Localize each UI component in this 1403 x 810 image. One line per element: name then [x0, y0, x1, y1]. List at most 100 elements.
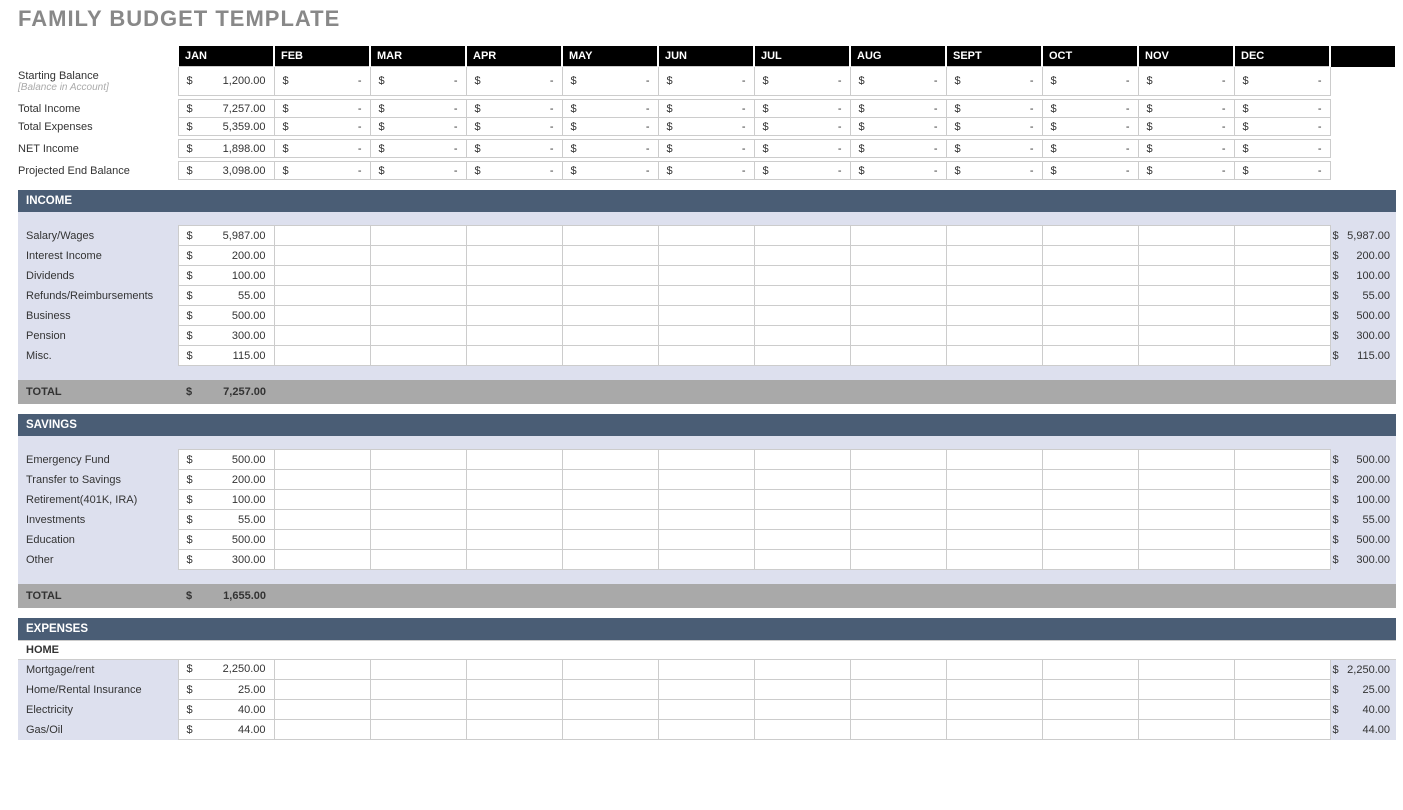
month-cell[interactable]	[850, 226, 946, 246]
money-cell[interactable]: $3,098.00	[178, 162, 274, 180]
month-cell[interactable]	[658, 550, 754, 570]
money-cell[interactable]: $-	[1234, 162, 1330, 180]
month-cell[interactable]	[850, 346, 946, 366]
month-cell[interactable]	[466, 450, 562, 470]
month-cell[interactable]	[1234, 326, 1330, 346]
month-cell[interactable]	[370, 530, 466, 550]
money-cell[interactable]: $-	[850, 118, 946, 136]
month-cell[interactable]	[1234, 306, 1330, 326]
month-cell[interactable]	[946, 510, 1042, 530]
month-cell[interactable]	[850, 530, 946, 550]
month-cell[interactable]	[754, 659, 850, 680]
month-cell[interactable]	[1042, 510, 1138, 530]
month-cell[interactable]	[562, 450, 658, 470]
month-cell[interactable]	[754, 226, 850, 246]
money-cell[interactable]: $-	[274, 140, 370, 158]
money-cell[interactable]: $-	[466, 118, 562, 136]
money-cell[interactable]: $-	[1042, 162, 1138, 180]
month-cell[interactable]	[658, 246, 754, 266]
month-cell[interactable]	[850, 306, 946, 326]
money-cell[interactable]: $-	[946, 162, 1042, 180]
month-cell[interactable]	[1138, 346, 1234, 366]
month-cell[interactable]	[466, 246, 562, 266]
month-cell[interactable]	[274, 226, 370, 246]
month-cell[interactable]	[1138, 326, 1234, 346]
month-cell[interactable]	[850, 450, 946, 470]
money-cell[interactable]: $-	[1042, 140, 1138, 158]
month-cell[interactable]	[562, 680, 658, 700]
money-cell[interactable]: $-	[1042, 118, 1138, 136]
month-cell[interactable]	[1042, 306, 1138, 326]
month-cell[interactable]	[370, 346, 466, 366]
money-cell[interactable]: $-	[562, 118, 658, 136]
month-cell[interactable]	[1042, 450, 1138, 470]
month-cell[interactable]	[562, 490, 658, 510]
month-cell[interactable]	[466, 326, 562, 346]
month-cell[interactable]	[850, 680, 946, 700]
month-cell[interactable]	[1042, 550, 1138, 570]
month-cell[interactable]	[850, 550, 946, 570]
money-cell[interactable]: $-	[370, 100, 466, 118]
month-cell[interactable]	[1042, 286, 1138, 306]
money-cell[interactable]: $40.00	[178, 700, 274, 720]
money-cell[interactable]: $-	[658, 118, 754, 136]
month-cell[interactable]	[370, 226, 466, 246]
month-cell[interactable]	[562, 700, 658, 720]
month-cell[interactable]	[946, 286, 1042, 306]
month-cell[interactable]	[1138, 226, 1234, 246]
money-cell[interactable]: $-	[466, 67, 562, 96]
money-cell[interactable]: $500.00	[178, 450, 274, 470]
month-cell[interactable]	[946, 450, 1042, 470]
money-cell[interactable]: $-	[466, 162, 562, 180]
month-cell[interactable]	[754, 286, 850, 306]
month-cell[interactable]	[1042, 720, 1138, 740]
month-cell[interactable]	[274, 470, 370, 490]
month-cell[interactable]	[946, 226, 1042, 246]
month-cell[interactable]	[1234, 680, 1330, 700]
month-cell[interactable]	[370, 326, 466, 346]
money-cell[interactable]: $-	[754, 100, 850, 118]
money-cell[interactable]: $-	[370, 162, 466, 180]
month-cell[interactable]	[1042, 680, 1138, 700]
month-cell[interactable]	[1234, 226, 1330, 246]
month-cell[interactable]	[1042, 326, 1138, 346]
money-cell[interactable]: $300.00	[178, 550, 274, 570]
month-cell[interactable]	[274, 720, 370, 740]
month-cell[interactable]	[562, 226, 658, 246]
month-cell[interactable]	[274, 266, 370, 286]
month-cell[interactable]	[850, 490, 946, 510]
month-cell[interactable]	[562, 550, 658, 570]
month-cell[interactable]	[466, 659, 562, 680]
month-cell[interactable]	[370, 680, 466, 700]
month-cell[interactable]	[1042, 266, 1138, 286]
money-cell[interactable]: $-	[1138, 140, 1234, 158]
month-cell[interactable]	[466, 286, 562, 306]
money-cell[interactable]: $-	[274, 162, 370, 180]
money-cell[interactable]: $5,359.00	[178, 118, 274, 136]
month-cell[interactable]	[370, 550, 466, 570]
money-cell[interactable]: $-	[466, 100, 562, 118]
month-cell[interactable]	[562, 246, 658, 266]
month-cell[interactable]	[1042, 490, 1138, 510]
money-cell[interactable]: $-	[1042, 67, 1138, 96]
month-cell[interactable]	[658, 680, 754, 700]
money-cell[interactable]: $-	[370, 118, 466, 136]
month-cell[interactable]	[850, 720, 946, 740]
month-cell[interactable]	[850, 659, 946, 680]
money-cell[interactable]: $-	[1042, 100, 1138, 118]
month-cell[interactable]	[754, 680, 850, 700]
money-cell[interactable]: $5,987.00	[178, 226, 274, 246]
month-cell[interactable]	[850, 700, 946, 720]
month-cell[interactable]	[370, 450, 466, 470]
money-cell[interactable]: $-	[466, 140, 562, 158]
month-cell[interactable]	[850, 470, 946, 490]
month-cell[interactable]	[658, 266, 754, 286]
month-cell[interactable]	[274, 490, 370, 510]
month-cell[interactable]	[1234, 510, 1330, 530]
month-cell[interactable]	[274, 286, 370, 306]
month-cell[interactable]	[1042, 659, 1138, 680]
month-cell[interactable]	[274, 346, 370, 366]
money-cell[interactable]: $-	[946, 140, 1042, 158]
money-cell[interactable]: $-	[562, 140, 658, 158]
month-cell[interactable]	[370, 306, 466, 326]
